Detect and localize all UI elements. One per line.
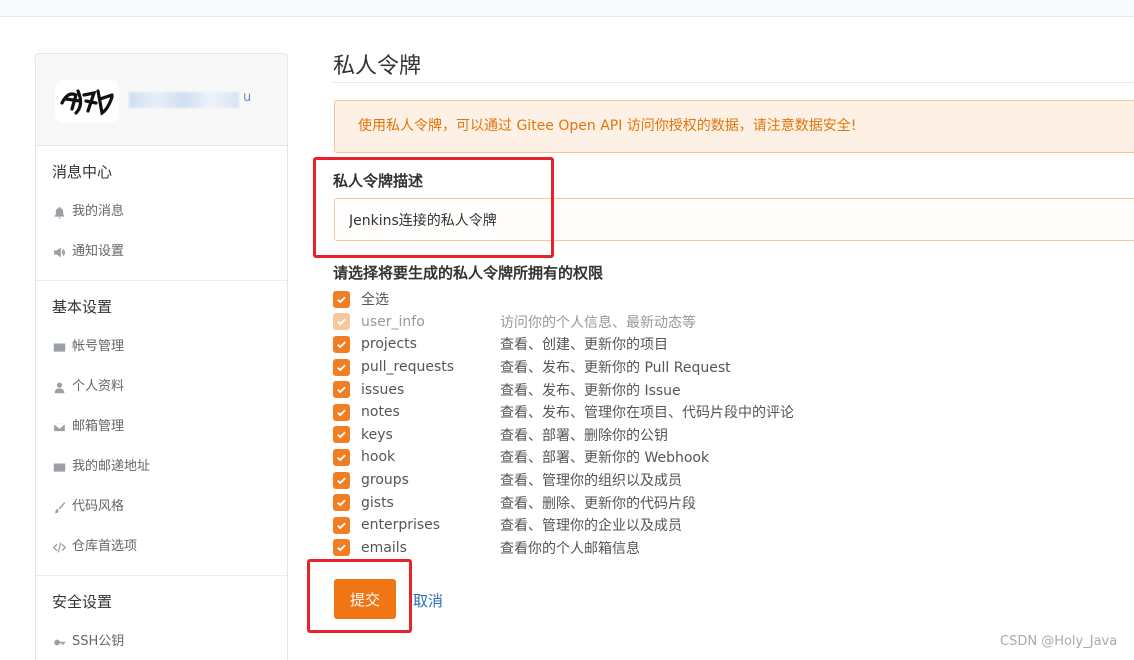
permission-desc: 查看、删除、更新你的代码片段 (500, 495, 696, 512)
volume-icon (52, 245, 66, 259)
avatar-calligraphy-image (60, 89, 114, 116)
permission-name: groups (361, 472, 409, 489)
sidebar-item-ssh-keys[interactable]: SSH公钥 (36, 622, 287, 660)
permission-name: 全选 (361, 292, 389, 309)
permission-name: projects (361, 336, 417, 353)
sidebar-item-label: 我的消息 (72, 204, 125, 219)
permission-name: hook (361, 449, 396, 466)
permission-desc: 查看、部署、更新你的 Webhook (500, 450, 710, 467)
permission-row-enterprises: enterprises 查看、管理你的企业以及成员 (333, 514, 1133, 537)
description-input[interactable] (334, 198, 1134, 241)
settings-sidebar: u 消息中心 我的消息 通知设置 基本设置 帐号管理 个人资料 邮箱管理 我的邮… (35, 53, 288, 660)
sidebar-item-address[interactable]: 我的邮递地址 (36, 447, 287, 487)
permission-desc: 查看、部署、删除你的公钥 (500, 427, 668, 444)
permission-name: user_info (361, 313, 425, 330)
code-icon (52, 540, 66, 554)
enterprises-checkbox[interactable] (333, 516, 350, 534)
sidebar-item-notification-settings[interactable]: 通知设置 (36, 232, 287, 272)
select-all-checkbox[interactable] (333, 290, 350, 308)
projects-checkbox[interactable] (333, 335, 350, 353)
sidebar-section-basic: 基本设置 帐号管理 个人资料 邮箱管理 我的邮递地址 代码风格 仓库首选项 (36, 281, 287, 576)
id-card-icon (52, 340, 66, 354)
hook-checkbox[interactable] (333, 448, 350, 466)
watermark: CSDN @Holy_Java (1000, 634, 1118, 649)
permission-row-user-info: user_info 访问你的个人信息、最新动态等 (333, 311, 1133, 334)
sidebar-item-label: 帐号管理 (72, 339, 125, 354)
username-tail[interactable]: u (243, 90, 251, 105)
permission-row-hook: hook 查看、部署、更新你的 Webhook (333, 446, 1133, 469)
permission-row-keys: keys 查看、部署、删除你的公钥 (333, 424, 1133, 447)
pull-requests-checkbox[interactable] (333, 358, 350, 376)
permission-name: notes (361, 404, 400, 421)
permission-desc: 查看你的个人邮箱信息 (500, 540, 640, 557)
cancel-link[interactable]: 取消 (413, 590, 443, 611)
user-icon (52, 380, 66, 394)
permission-desc: 查看、发布、更新你的 Pull Request (500, 360, 731, 377)
profile-card: u (36, 54, 287, 146)
avatar[interactable] (55, 80, 119, 122)
sidebar-item-label: 邮箱管理 (72, 419, 125, 434)
gists-checkbox[interactable] (333, 494, 350, 512)
permission-desc: 查看、管理你的组织以及成员 (500, 473, 682, 490)
emails-checkbox[interactable] (333, 539, 350, 557)
sidebar-item-code-style[interactable]: 代码风格 (36, 487, 287, 527)
sidebar-item-email[interactable]: 邮箱管理 (36, 407, 287, 447)
permission-desc: 查看、发布、更新你的 Issue (500, 382, 681, 399)
envelope-icon (52, 420, 66, 434)
permission-name: gists (361, 494, 394, 511)
sidebar-item-label: SSH公钥 (72, 634, 125, 649)
section-title: 消息中心 (52, 163, 113, 181)
permission-desc: 访问你的个人信息、最新动态等 (500, 314, 696, 331)
permission-name: enterprises (361, 517, 441, 534)
permission-row-projects: projects 查看、创建、更新你的项目 (333, 333, 1133, 356)
sidebar-item-profile[interactable]: 个人资料 (36, 367, 287, 407)
user-info-checkbox (333, 313, 350, 331)
permission-row-gists: gists 查看、删除、更新你的代码片段 (333, 491, 1133, 514)
sidebar-section-messages: 消息中心 我的消息 通知设置 (36, 146, 287, 281)
permissions-list: 全选 user_info 访问你的个人信息、最新动态等 projects 查看、… (333, 288, 1133, 559)
address-card-icon (52, 460, 66, 474)
permission-desc: 查看、发布、管理你在项目、代码片段中的评论 (500, 405, 794, 422)
permission-row-groups: groups 查看、管理你的组织以及成员 (333, 469, 1133, 492)
brush-icon (52, 500, 66, 514)
permission-row-emails: emails 查看你的个人邮箱信息 (333, 537, 1133, 560)
section-title: 基本设置 (52, 298, 113, 316)
sidebar-item-repo-preferences[interactable]: 仓库首选项 (36, 527, 287, 567)
info-alert: 使用私人令牌，可以通过 Gitee Open API 访问你授权的数据，请注意数… (334, 100, 1134, 153)
sidebar-section-security: 安全设置 SSH公钥 (36, 576, 287, 660)
permissions-label: 请选择将要生成的私人令牌所拥有的权限 (333, 264, 604, 282)
permission-name: issues (361, 381, 405, 398)
permission-name: pull_requests (361, 359, 455, 376)
permission-desc: 查看、创建、更新你的项目 (500, 337, 668, 354)
permission-name: emails (361, 539, 407, 556)
username-blurred[interactable] (129, 92, 239, 108)
sidebar-item-account[interactable]: 帐号管理 (36, 327, 287, 367)
submit-button[interactable]: 提交 (334, 579, 396, 619)
key-icon (52, 635, 66, 649)
sidebar-item-label: 仓库首选项 (72, 539, 138, 554)
description-label: 私人令牌描述 (333, 172, 424, 190)
permission-row-pull-requests: pull_requests 查看、发布、更新你的 Pull Request (333, 356, 1133, 379)
issues-checkbox[interactable] (333, 381, 350, 399)
permission-name: keys (361, 426, 393, 443)
permission-row-select-all: 全选 (333, 288, 1133, 311)
sidebar-item-label: 通知设置 (72, 244, 125, 259)
permission-row-notes: notes 查看、发布、管理你在项目、代码片段中的评论 (333, 401, 1133, 424)
page-title: 私人令牌 (333, 54, 422, 79)
bell-icon (52, 205, 66, 219)
permission-desc: 查看、管理你的企业以及成员 (500, 518, 682, 535)
main-content: 私人令牌 使用私人令牌，可以通过 Gitee Open API 访问你授权的数据… (333, 0, 1134, 660)
section-title: 安全设置 (52, 593, 113, 611)
sidebar-item-label: 我的邮递地址 (72, 459, 151, 474)
permission-row-issues: issues 查看、发布、更新你的 Issue (333, 378, 1133, 401)
sidebar-item-label: 代码风格 (72, 499, 125, 514)
groups-checkbox[interactable] (333, 471, 350, 489)
sidebar-item-my-messages[interactable]: 我的消息 (36, 192, 287, 232)
divider (333, 82, 1134, 83)
sidebar-item-label: 个人资料 (72, 379, 125, 394)
keys-checkbox[interactable] (333, 426, 350, 444)
notes-checkbox[interactable] (333, 403, 350, 421)
